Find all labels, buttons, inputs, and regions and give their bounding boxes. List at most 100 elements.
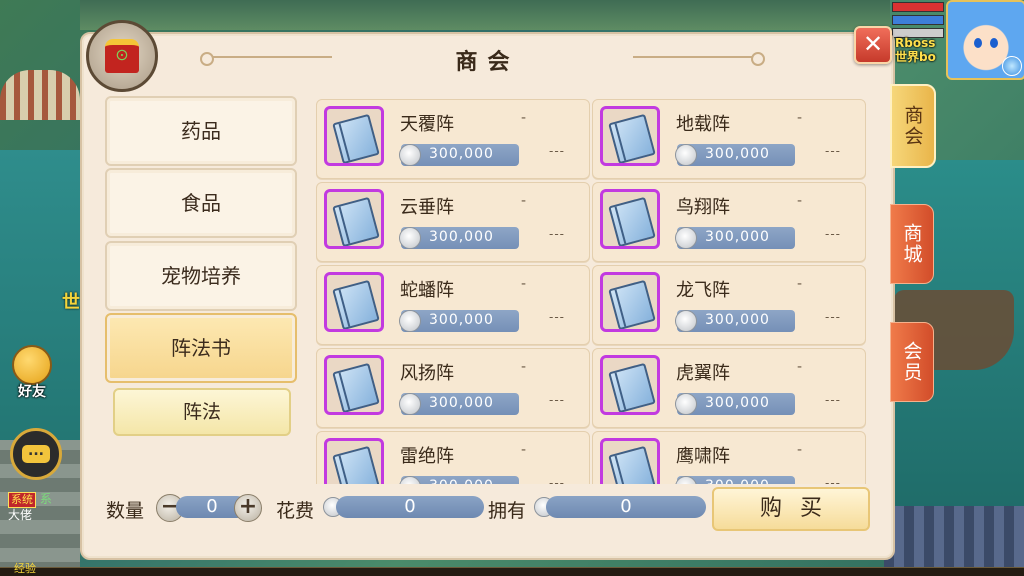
formation-book-icon	[324, 438, 384, 484]
friends-label: 好友	[18, 384, 46, 400]
item-dash: -	[797, 193, 803, 209]
formation-book-icon	[600, 106, 660, 166]
scene-top	[80, 0, 890, 30]
bottom-bar	[0, 567, 1024, 576]
item-price-value: 300,000	[429, 229, 494, 245]
title-ornament-right	[633, 52, 765, 66]
book-icon	[608, 196, 656, 246]
panel-title: 商会	[455, 50, 520, 75]
item-price: 300,000	[675, 227, 795, 249]
item-stock: ---	[825, 144, 841, 158]
item-stock: ---	[825, 310, 841, 324]
item-dash: -	[797, 442, 803, 458]
scene-roof	[884, 506, 1024, 576]
item-price-value: 300,000	[705, 229, 770, 245]
avatar-eye	[990, 38, 998, 48]
coin-icon	[399, 393, 421, 415]
formation-book-icon	[600, 272, 660, 332]
item-name: 地载阵	[676, 114, 730, 135]
shop-house-icon: ⊙	[105, 39, 139, 73]
system-tag: 系统	[8, 492, 36, 508]
item-name: 虎翼阵	[676, 363, 730, 384]
item-price-value: 300,000	[705, 312, 770, 328]
item-dash: -	[797, 359, 803, 375]
item-name: 蛇蟠阵	[400, 280, 454, 301]
shop-item[interactable]: 蛇蟠阵 - 300,000 ---	[316, 265, 590, 345]
system-chat-preview[interactable]: 系统 系 大佬	[8, 492, 78, 522]
item-dash: -	[521, 442, 527, 458]
world-banner: 世	[62, 292, 80, 313]
item-grid[interactable]: 天覆阵 -300,000 --- 地载阵 -300,000 --- 云垂阵 -300,000-…	[315, 98, 867, 484]
item-dash: -	[521, 276, 527, 292]
category-food[interactable]: 食品	[105, 168, 297, 238]
close-button[interactable]: ✕	[854, 26, 892, 64]
boss-label: Rboss	[895, 36, 936, 50]
category-pet-training[interactable]: 宠物培养	[105, 241, 297, 311]
formation-book-icon	[600, 189, 660, 249]
shop-item[interactable]: 天覆阵 - 300,000 ---	[316, 99, 590, 179]
tab-huiyuan[interactable]: 会员	[890, 322, 934, 402]
owned-label: 拥有	[488, 500, 527, 522]
book-icon	[608, 445, 656, 484]
shop-item[interactable]: 龙飞阵 - 300,000 ---	[592, 265, 866, 345]
quantity-label: 数量	[106, 500, 145, 522]
book-icon	[332, 362, 380, 412]
item-name: 鹰啸阵	[676, 446, 730, 467]
item-price: 300,000	[399, 227, 519, 249]
cost-label: 花费	[276, 500, 315, 522]
coin-icon	[675, 144, 697, 166]
formation-book-icon	[324, 189, 384, 249]
book-icon	[332, 196, 380, 246]
quantity-plus-button[interactable]: +	[234, 494, 262, 522]
item-price-value: 300,000	[429, 146, 494, 162]
friends-button[interactable]: 好友	[8, 345, 56, 401]
exp-label: 经验	[14, 562, 36, 575]
item-price: 300,000	[399, 310, 519, 332]
shop-item[interactable]: 地载阵 - 300,000 ---	[592, 99, 866, 179]
item-name: 雷绝阵	[400, 446, 454, 467]
item-name: 风扬阵	[400, 363, 454, 384]
shop-item[interactable]: 云垂阵 - 300,000 ---	[316, 182, 590, 262]
coin-icon	[399, 310, 421, 332]
item-price-value: 300,000	[705, 395, 770, 411]
item-stock: ---	[549, 310, 565, 324]
item-price: 300,000	[399, 393, 519, 415]
item-price: 300,000	[675, 476, 795, 484]
coin-icon	[675, 476, 697, 484]
subcategory-formation[interactable]: 阵法	[113, 388, 291, 436]
book-icon	[608, 113, 656, 163]
coin-icon	[399, 144, 421, 166]
shop-item[interactable]: 风扬阵 - 300,000 ---	[316, 348, 590, 428]
category-medicine[interactable]: 药品	[105, 96, 297, 166]
category-formation-books[interactable]: 阵法书	[105, 313, 297, 383]
item-name: 天覆阵	[400, 114, 454, 135]
shop-item[interactable]: 鹰啸阵 - 300,000 ---	[592, 431, 866, 484]
book-icon	[608, 279, 656, 329]
tab-shangcheng[interactable]: 商城	[890, 204, 934, 284]
item-price-value: 300,000	[429, 312, 494, 328]
item-price: 300,000	[675, 144, 795, 166]
buy-button[interactable]: 购买	[712, 487, 870, 531]
boss-notice: Rboss 世界bo	[895, 36, 936, 64]
scene-bridge	[0, 70, 80, 120]
formation-book-icon	[324, 106, 384, 166]
coin-icon	[399, 476, 421, 484]
formation-book-icon	[324, 355, 384, 415]
formation-book-icon	[600, 438, 660, 484]
shop-item[interactable]: 鸟翔阵 - 300,000 ---	[592, 182, 866, 262]
item-price-value: 300,000	[705, 478, 770, 484]
shop-item[interactable]: 虎翼阵 - 300,000 ---	[592, 348, 866, 428]
shop-item[interactable]: 雷绝阵 - 300,000 ---	[316, 431, 590, 484]
coin-icon	[675, 310, 697, 332]
player-avatar[interactable]	[946, 0, 1024, 80]
book-icon	[332, 445, 380, 484]
item-name: 鸟翔阵	[676, 197, 730, 218]
tab-shanghui[interactable]: 商会	[890, 84, 936, 168]
hp-bar	[892, 2, 944, 12]
item-stock: ---	[825, 476, 841, 484]
item-stock: ---	[825, 227, 841, 241]
item-stock: ---	[549, 227, 565, 241]
chat-button[interactable]: ...	[10, 428, 62, 480]
guild-emblem-icon: ⊙	[86, 20, 158, 92]
item-stock: ---	[549, 476, 565, 484]
